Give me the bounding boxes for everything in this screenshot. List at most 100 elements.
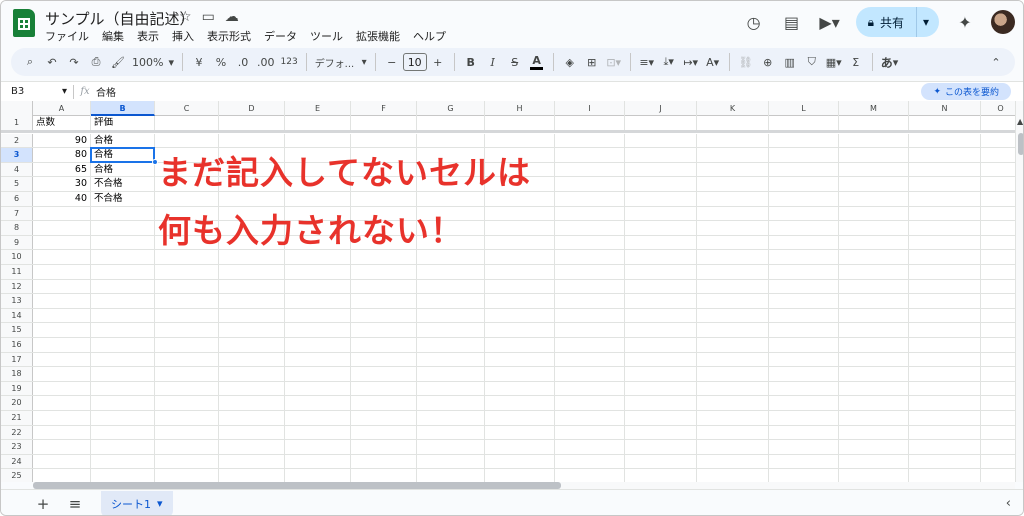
insert-link-icon[interactable]: ⛓ [735,51,757,73]
row-header[interactable]: 5 [1,177,33,191]
column-header-m[interactable]: M [839,101,909,116]
cell-l23[interactable] [769,440,839,454]
filter-icon[interactable]: ⛉ [801,51,823,73]
cell-j13[interactable] [625,294,697,308]
cell-o12[interactable] [981,280,1015,294]
cell-e20[interactable] [285,396,351,410]
cell-o24[interactable] [981,455,1015,469]
chevron-down-icon[interactable]: ▾ [157,497,163,510]
cell-a18[interactable] [33,367,91,381]
cell-l4[interactable] [769,162,839,177]
cell-a14[interactable] [33,308,91,323]
cell-j24[interactable] [625,454,697,469]
cell-h14[interactable] [485,308,555,323]
cell-b20[interactable] [91,396,155,410]
cell-m15[interactable] [839,323,909,337]
cell-o22[interactable] [981,426,1015,440]
cell-j4[interactable] [625,162,697,177]
cell-g24[interactable] [417,454,485,469]
cell-m6[interactable] [839,192,909,206]
row-header[interactable]: 25 [1,469,33,482]
cell-l20[interactable] [769,396,839,410]
cell-k8[interactable] [697,221,769,235]
cell-n2[interactable] [909,133,981,148]
column-header-o[interactable]: O [981,101,1015,116]
column-header-b[interactable]: B [91,101,155,116]
row-header[interactable]: 6 [1,192,33,206]
cell-i7[interactable] [555,206,625,221]
cell-m11[interactable] [839,265,909,279]
cell-i6[interactable] [555,192,625,206]
cell-i19[interactable] [555,381,625,396]
strikethrough-button[interactable]: S [504,51,526,73]
row-header[interactable]: 22 [1,425,33,440]
cell-i22[interactable] [555,425,625,440]
cell-k25[interactable] [697,469,769,482]
cell-a1[interactable]: 点数 [33,116,91,130]
cell-c24[interactable] [155,454,219,469]
row-header[interactable]: 1 [1,116,33,130]
cell-i10[interactable] [555,250,625,264]
star-icon[interactable]: ☆ [179,9,192,25]
cell-a12[interactable] [33,279,91,294]
more-formats-button[interactable]: 123 [278,51,301,73]
cell-a13[interactable] [33,294,91,308]
cell-e23[interactable] [285,440,351,454]
cell-j10[interactable] [625,250,697,264]
cell-l24[interactable] [769,454,839,469]
cell-g17[interactable] [417,352,485,367]
borders-icon[interactable]: ⊞ [581,51,603,73]
cell-f17[interactable] [351,352,417,367]
row-header[interactable]: 21 [1,411,33,425]
cell-b9[interactable] [91,235,155,250]
cell-l21[interactable] [769,411,839,425]
cell-n15[interactable] [909,323,981,337]
cell-k18[interactable] [697,367,769,381]
cell-c13[interactable] [155,294,219,308]
cell-n13[interactable] [909,294,981,308]
row-header[interactable]: 23 [1,440,33,454]
cell-j6[interactable] [625,192,697,206]
cell-f13[interactable] [351,294,417,308]
cell-l14[interactable] [769,308,839,323]
font-family-select[interactable]: デフォ... ▾ [312,51,370,73]
cell-grid[interactable]: ABCDEFGHIJKLMNO 1 点数 評価 2 90 合格 3 80 合格 4 65 合格 5 30 不… [1,101,1015,482]
cell-d12[interactable] [219,279,285,294]
cell-c15[interactable] [155,323,219,337]
cell-a7[interactable] [33,206,91,221]
cell-j21[interactable] [625,411,697,425]
column-header-g[interactable]: G [417,101,485,116]
cell-n1[interactable] [909,116,981,130]
cell-a21[interactable] [33,411,91,425]
cell-n22[interactable] [909,425,981,440]
cell-d1[interactable] [219,116,285,130]
cell-o6[interactable] [981,192,1015,206]
cell-k10[interactable] [697,250,769,264]
cell-l25[interactable] [769,469,839,482]
cell-b4[interactable]: 合格 [91,162,155,177]
cell-i18[interactable] [555,367,625,381]
cell-d14[interactable] [219,308,285,323]
cell-i5[interactable] [555,177,625,191]
cell-l1[interactable] [769,116,839,130]
row-header[interactable]: 3 [1,148,33,162]
cell-i1[interactable] [555,116,625,130]
cell-g23[interactable] [417,440,485,454]
cell-b3[interactable]: 合格 [91,148,155,162]
cell-i11[interactable] [555,265,625,279]
sheets-logo-icon[interactable] [13,9,35,37]
cell-l17[interactable] [769,352,839,367]
cell-o5[interactable] [981,177,1015,191]
cell-c18[interactable] [155,367,219,381]
cell-d23[interactable] [219,440,285,454]
cell-h11[interactable] [485,265,555,279]
cell-h19[interactable] [485,381,555,396]
cell-m1[interactable] [839,116,909,130]
cell-k2[interactable] [697,133,769,148]
column-header-j[interactable]: J [625,101,697,116]
cell-e16[interactable] [285,338,351,352]
menu-help[interactable]: ヘルプ [413,28,446,44]
row-header[interactable]: 20 [1,396,33,410]
cell-a19[interactable] [33,381,91,396]
cell-j16[interactable] [625,338,697,352]
